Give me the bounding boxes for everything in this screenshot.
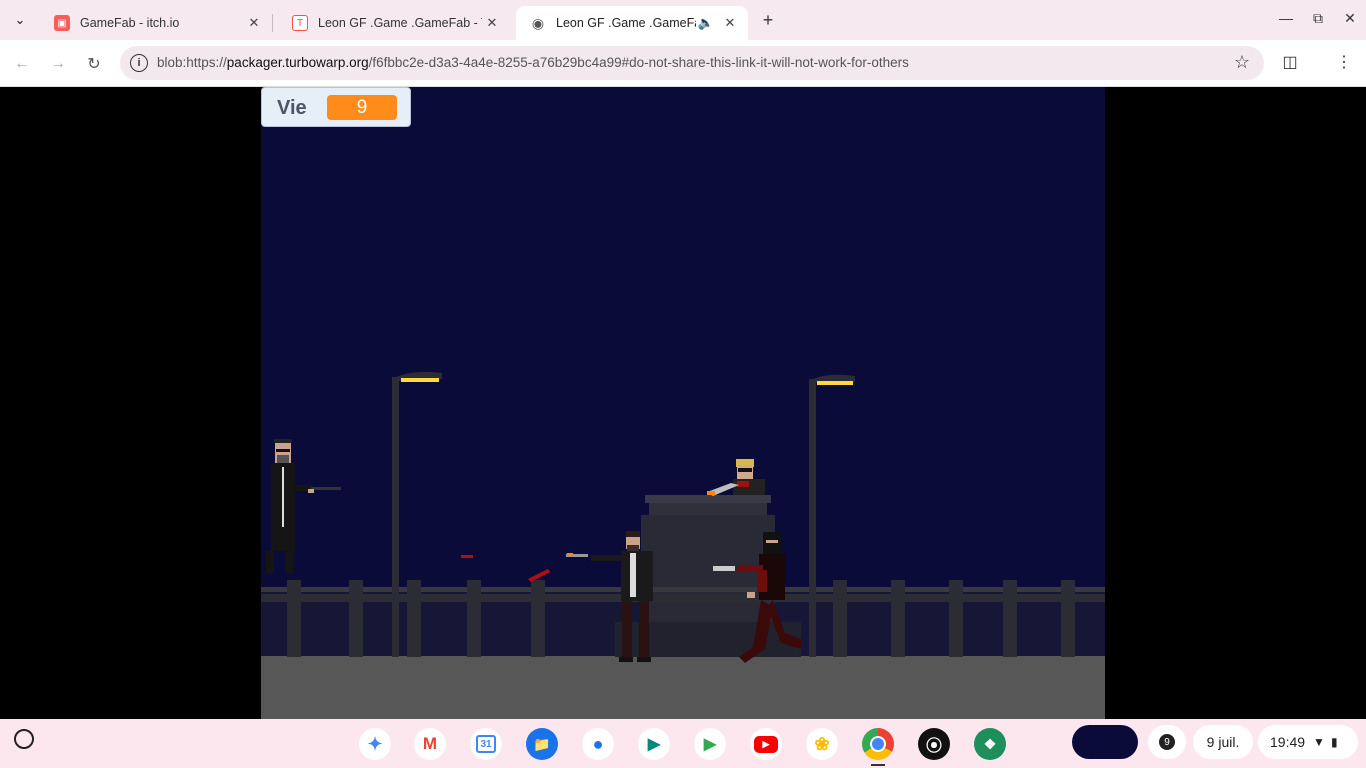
tab-separator <box>272 14 273 32</box>
audio-playing-icon[interactable]: 🔈 <box>696 13 716 33</box>
restore-icon[interactable]: ⧉ <box>1306 8 1330 28</box>
reload-icon[interactable]: ↻ <box>83 53 105 75</box>
clock-text: 19:49 <box>1270 734 1306 750</box>
tab-leon-active[interactable]: ◉ Leon GF .Game .GameFab 🔈 ✕ <box>516 6 748 40</box>
podcasts-icon[interactable]: ⦿ <box>918 728 950 760</box>
messages-icon[interactable]: ● <box>582 728 614 760</box>
close-tab-icon[interactable]: ✕ <box>720 13 740 33</box>
notification-badge[interactable]: 9 <box>1148 725 1186 759</box>
photos-icon[interactable]: ❀ <box>806 728 838 760</box>
chromeos-shelf: ✦ M 31 📁 ● ▶ ▶ ▶ ❀ ⦿ ❖ 9 9 juil. 19:49 ▼… <box>0 719 1366 768</box>
back-icon[interactable]: ← <box>11 53 33 75</box>
tab-search-chevron-icon[interactable]: ⌄ <box>8 8 32 32</box>
menu-kebab-icon[interactable]: ⋮ <box>1334 52 1354 72</box>
new-tab-button[interactable]: + <box>758 10 778 30</box>
ground <box>261 656 1105 719</box>
tab-leon-turbowarp[interactable]: T Leon GF .Game .GameFab - Tu ✕ <box>278 6 510 40</box>
game-stage[interactable]: Vie 9 <box>261 87 1105 719</box>
tab-strip: ⌄ ▣ GameFab - itch.io ✕ T Leon GF .Game … <box>0 0 1366 40</box>
date-text: 9 juil. <box>1206 734 1240 750</box>
tab-title: Leon GF .Game .GameFab <box>556 16 696 30</box>
date-pill[interactable]: 9 juil. <box>1193 725 1253 759</box>
game-viewport: Vie 9 <box>0 87 1366 719</box>
url-host: packager.turbowarp.org <box>226 55 369 70</box>
files-icon[interactable]: 📁 <box>526 728 558 760</box>
globe-icon: ◉ <box>530 14 546 31</box>
extensions-icon[interactable]: ◫ <box>1280 52 1300 72</box>
address-bar[interactable]: i blob:https://packager.turbowarp.org/f6… <box>120 46 1264 80</box>
lives-value: 9 <box>327 95 397 120</box>
site-info-icon[interactable]: i <box>130 54 148 72</box>
tab-gamefab-itch[interactable]: ▣ GameFab - itch.io ✕ <box>40 6 272 40</box>
youtube-icon[interactable]: ▶ <box>750 728 782 760</box>
wifi-icon: ▼ <box>1313 735 1325 749</box>
close-tab-icon[interactable]: ✕ <box>482 13 502 33</box>
browser-toolbar: ← → ↻ i blob:https://packager.turbowarp.… <box>0 40 1366 87</box>
turbowarp-icon: T <box>292 15 308 31</box>
app-icon[interactable]: ❖ <box>974 728 1006 760</box>
tab-title: GameFab - itch.io <box>80 16 180 30</box>
bookmark-star-icon[interactable]: ☆ <box>1234 52 1250 73</box>
calendar-day: 31 <box>476 735 496 753</box>
url-path: /f6fbbc2e-d3a3-4a4e-8255-a76b29bc4a99#do… <box>368 55 909 70</box>
lives-label: Vie <box>277 97 307 119</box>
launcher-icon[interactable] <box>14 729 34 749</box>
minimize-icon[interactable]: — <box>1274 8 1298 28</box>
status-area[interactable]: 19:49 ▼ ▮ <box>1258 725 1358 759</box>
url-scheme: blob:https:// <box>157 55 227 70</box>
forward-icon[interactable]: → <box>47 53 69 75</box>
close-window-icon[interactable]: ✕ <box>1338 8 1362 28</box>
notification-count: 9 <box>1159 734 1175 750</box>
gemini-icon[interactable]: ✦ <box>359 728 391 760</box>
itch-io-icon: ▣ <box>54 15 70 31</box>
tab-title: Leon GF .Game .GameFab - Tu <box>318 16 482 30</box>
battery-icon: ▮ <box>1330 735 1338 749</box>
close-tab-icon[interactable]: ✕ <box>244 13 264 33</box>
lives-monitor: Vie 9 <box>261 87 411 127</box>
game-scene <box>261 87 1105 719</box>
bullet <box>461 555 473 558</box>
gmail-icon[interactable]: M <box>414 728 446 760</box>
calendar-icon[interactable]: 31 <box>470 728 502 760</box>
phone-hub-thumbnail[interactable] <box>1072 725 1138 759</box>
chrome-icon[interactable] <box>862 728 894 766</box>
meet-icon[interactable]: ▶ <box>638 728 670 760</box>
play-store-icon[interactable]: ▶ <box>694 728 726 760</box>
url-text[interactable]: blob:https://packager.turbowarp.org/f6fb… <box>157 55 909 70</box>
